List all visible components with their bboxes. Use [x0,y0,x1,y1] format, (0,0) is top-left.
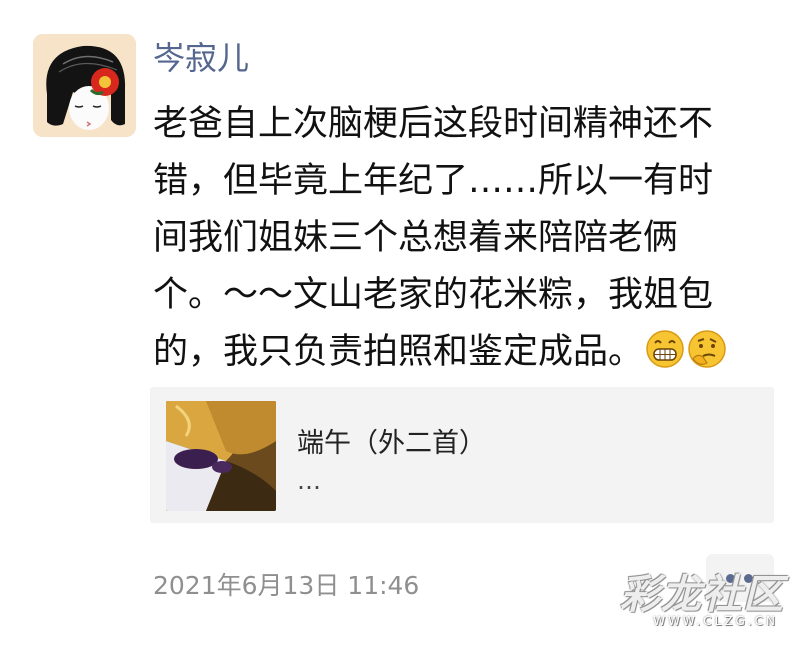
watermark-url: WWW.CLZG.CN [653,614,778,628]
link-card-thumbnail [166,401,276,511]
post-text-line: 个。～～文山老家的花米粽，我姐包 [153,275,714,315]
thinking-face-emoji-icon [687,329,727,387]
link-card-title: 端午（外二首） [297,428,486,459]
link-card-subtitle: … [297,467,321,495]
post-text-line: 的，我只负责拍照和鉴定成品。 [153,332,644,372]
post-text-line: 错，但毕竟上年纪了……所以一有时 [153,161,714,201]
post-text: 老爸自上次脑梗后这段时间精神还不 错，但毕竟上年纪了……所以一有时 间我们姐妹三… [153,96,783,387]
avatar-illustration [33,34,136,137]
post-text-line: 间我们姐妹三个总想着来陪陪老俩 [153,218,679,258]
link-card[interactable]: 端午（外二首） … [150,387,774,523]
post-text-last-line-wrap: 的，我只负责拍照和鉴定成品。 [153,324,783,387]
post-timestamp: 2021年6月13日 11:46 [153,571,420,600]
avatar[interactable] [33,34,136,137]
author-name[interactable]: 岑寂儿 [153,34,249,82]
grinning-face-emoji-icon [645,329,685,387]
watermark-logo: 彩龙社区 [620,571,784,618]
watermark: 彩龙社区 WWW.CLZG.CN [620,560,796,640]
post-text-line: 老爸自上次脑梗后这段时间精神还不 [153,104,714,144]
